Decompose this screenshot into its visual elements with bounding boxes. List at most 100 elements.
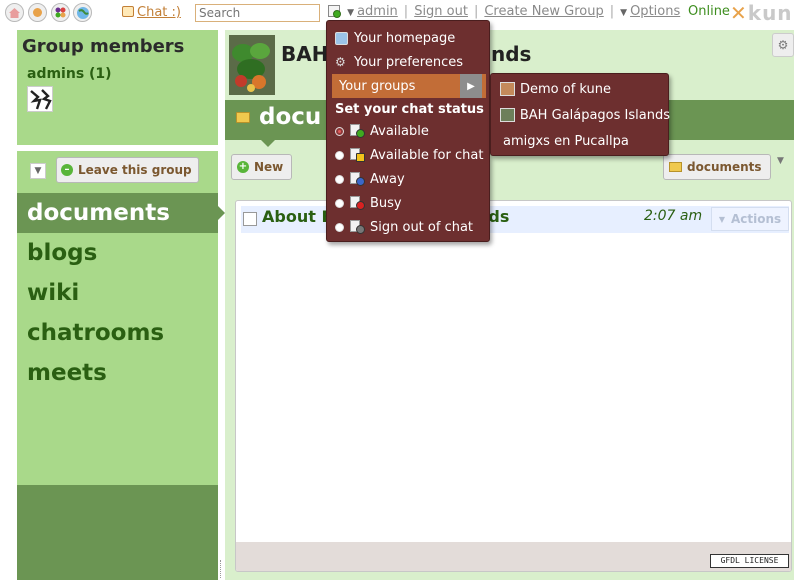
logo-mark-icon: ✕ (730, 1, 748, 25)
options-link[interactable]: Options (630, 4, 680, 19)
sidebar: Group members admins (1) ▼ – Leave this g… (17, 30, 225, 580)
radio-icon (335, 150, 344, 160)
new-button-label: New (254, 160, 284, 174)
chevron-down-icon: ▼ (718, 214, 725, 224)
gear-icon[interactable]: ⚙ (772, 33, 794, 57)
menu-item-homepage[interactable]: Your homepage (327, 26, 491, 50)
resize-handle[interactable] (220, 560, 223, 578)
online-status[interactable]: Online (688, 4, 730, 19)
status-available-for-chat[interactable]: Available for chat (327, 143, 491, 167)
menu-item-label: Your preferences (354, 54, 463, 70)
separator: | (473, 4, 479, 19)
submenu-arrow-icon: ▶ (460, 74, 482, 98)
globe-icon[interactable] (73, 3, 92, 22)
divider (17, 145, 218, 151)
status-sign-out-of-chat[interactable]: Sign out of chat (327, 215, 491, 239)
logo-text: kun (747, 1, 793, 25)
radio-icon (335, 126, 344, 136)
table-row[interactable]: About B nds 2:07 am ▼ Actions (241, 206, 789, 233)
avatar[interactable] (27, 86, 53, 112)
status-busy[interactable]: Busy (327, 191, 491, 215)
group-thumbnail (500, 82, 515, 96)
chat-bubble-icon (122, 6, 134, 17)
actions-label: Actions (730, 212, 782, 226)
documents-folder-label: documents (687, 160, 762, 174)
home-icon (335, 31, 348, 45)
documents-list: About B nds 2:07 am ▼ Actions (235, 200, 792, 572)
list-footer (236, 542, 791, 571)
chat-link[interactable]: Chat :) (122, 5, 181, 20)
radio-icon (335, 174, 344, 184)
minus-icon: – (61, 164, 73, 176)
leave-group-label: Leave this group (78, 163, 192, 177)
tool-title: docu (259, 104, 322, 130)
radio-icon (335, 222, 344, 232)
radio-icon (335, 198, 344, 208)
status-available-icon (350, 124, 366, 138)
logo: ✕kun (730, 1, 793, 25)
nav-item-blogs[interactable]: blogs (17, 233, 218, 273)
menu-item-label: Your groups (339, 78, 416, 94)
admins-label[interactable]: admins (1) (27, 66, 112, 82)
menu-item-label: Your homepage (354, 30, 456, 46)
chat-status-header: Set your chat status (335, 101, 484, 117)
leave-group-button[interactable]: – Leave this group (56, 157, 199, 183)
status-away[interactable]: Away (327, 167, 491, 191)
document-time: 2:07 am (644, 208, 703, 224)
folder-icon (236, 112, 250, 123)
groups-icon[interactable] (51, 3, 70, 22)
group-item-demo-of-kune[interactable]: Demo of kune (491, 76, 670, 102)
group-item-bah-galapagos[interactable]: BAH Galápagos Islands (491, 102, 670, 128)
separator: | (609, 4, 615, 19)
menu-item-preferences[interactable]: ⚙ Your preferences (327, 50, 491, 74)
user-menu-arrow-icon[interactable]: ▼ (347, 8, 354, 18)
group-logo[interactable] (229, 35, 275, 95)
documents-folder-button[interactable]: documents (663, 154, 771, 180)
status-busy-icon (350, 196, 366, 210)
row-checkbox[interactable] (243, 212, 257, 226)
chat-link-label: Chat :) (137, 5, 181, 20)
nav-item-wiki[interactable]: wiki (17, 273, 218, 313)
license-badge[interactable]: GFDL LICENSE (710, 554, 789, 568)
new-button[interactable]: + New (231, 154, 293, 180)
status-label: Away (370, 171, 405, 187)
status-label: Sign out of chat (370, 219, 474, 235)
user-space-icon[interactable] (28, 3, 47, 22)
actions-button[interactable]: ▼ Actions (711, 207, 789, 231)
group-title: BAH (281, 42, 329, 66)
status-chat-icon (350, 148, 366, 162)
nav-item-meets[interactable]: meets (17, 353, 218, 393)
options-arrow-icon[interactable]: ▼ (620, 8, 627, 18)
sidebar-bottom-panel (17, 485, 218, 580)
group-title-tail: nds (491, 42, 532, 66)
signout-link[interactable]: Sign out (414, 4, 468, 19)
user-menu-link[interactable]: admin (357, 4, 398, 19)
document-title[interactable]: About B (262, 207, 334, 226)
plus-icon: + (237, 161, 249, 173)
create-group-link[interactable]: Create New Group (484, 4, 603, 19)
user-status-icon[interactable] (328, 5, 341, 18)
gear-icon: ⚙ (335, 54, 346, 69)
separator: | (403, 4, 409, 19)
menu-item-your-groups[interactable]: Your groups ▶ (332, 74, 486, 98)
folder-icon (669, 162, 682, 172)
user-dropdown-menu: Your homepage ⚙ Your preferences Your gr… (326, 20, 490, 242)
group-members-title: Group members (22, 36, 185, 57)
user-links: ▼ admin | Sign out | Create New Group | ▼ Option… (328, 4, 680, 19)
tool-nav: documents blogs wiki chatrooms meets (17, 193, 225, 393)
status-away-icon (350, 172, 366, 186)
home-icon[interactable] (5, 3, 24, 22)
group-item-label: amigxs en Pucallpa (503, 133, 629, 149)
status-label: Available for chat (370, 147, 484, 163)
status-offline-icon (350, 220, 366, 234)
collapse-arrow-icon[interactable]: ▼ (30, 163, 46, 179)
group-item-label: Demo of kune (520, 81, 612, 97)
status-available[interactable]: Available (327, 119, 491, 143)
group-item-amigxs-pucallpa[interactable]: amigxs en Pucallpa (491, 128, 670, 154)
nav-item-documents[interactable]: documents (17, 193, 225, 233)
group-item-label: BAH Galápagos Islands (519, 107, 670, 123)
chevron-down-icon[interactable]: ▼ (777, 156, 784, 166)
status-label: Busy (370, 195, 402, 211)
nav-item-chatrooms[interactable]: chatrooms (17, 313, 218, 353)
search-input[interactable] (195, 4, 320, 22)
